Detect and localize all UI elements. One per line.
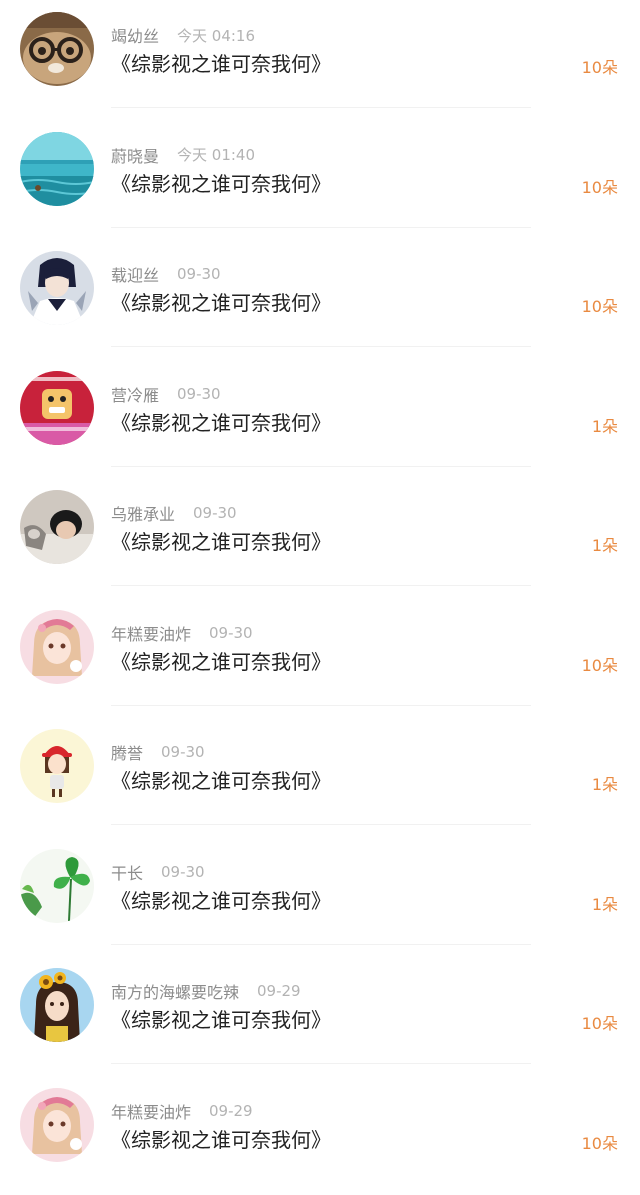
username[interactable]: 蔚晓曼 xyxy=(111,143,159,167)
book-title[interactable]: 《综影视之谁可奈我何》 xyxy=(111,1124,331,1153)
username[interactable]: 年糕要油炸 xyxy=(111,621,191,645)
list-item[interactable]: 乌雅承业 09-30 《综影视之谁可奈我何》 1朵 xyxy=(0,478,640,598)
bear-glasses-avatar-icon xyxy=(20,12,94,86)
sunflower-girl-avatar-icon xyxy=(20,968,94,1042)
book-title[interactable]: 《综影视之谁可奈我何》 xyxy=(111,765,331,794)
timestamp: 09-30 xyxy=(177,385,221,403)
book-title[interactable]: 《综影视之谁可奈我何》 xyxy=(111,1004,331,1033)
flower-count: 10朵 xyxy=(582,1010,618,1034)
sleeping-person-avatar-icon xyxy=(20,490,94,564)
avatar[interactable] xyxy=(20,490,94,564)
flower-count: 10朵 xyxy=(582,1130,618,1154)
username[interactable]: 腾誉 xyxy=(111,740,143,764)
divider xyxy=(111,944,531,945)
list-item[interactable]: 腾誉 09-30 《综影视之谁可奈我何》 1朵 xyxy=(0,717,640,837)
name-line: 竭幼丝 今天 04:16 xyxy=(111,24,255,46)
avatar[interactable] xyxy=(20,1088,94,1162)
name-line: 干长 09-30 xyxy=(111,861,205,883)
timestamp: 09-30 xyxy=(161,863,205,881)
timestamp: 09-30 xyxy=(209,624,253,642)
name-line: 年糕要油炸 09-29 xyxy=(111,1100,253,1122)
list-item[interactable]: 载迎丝 09-30 《综影视之谁可奈我何》 10朵 xyxy=(0,239,640,359)
book-title[interactable]: 《综影视之谁可奈我何》 xyxy=(111,48,331,77)
red-hat-girl-avatar-icon xyxy=(20,729,94,803)
username[interactable]: 乌雅承业 xyxy=(111,501,175,525)
list-item[interactable]: 年糕要油炸 09-29 《综影视之谁可奈我何》 10朵 xyxy=(0,1076,640,1195)
username[interactable]: 竭幼丝 xyxy=(111,23,159,47)
username[interactable]: 南方的海螺要吃辣 xyxy=(111,979,239,1003)
avatar[interactable] xyxy=(20,729,94,803)
cartoon-character-avatar-icon xyxy=(20,371,94,445)
sea-avatar-icon xyxy=(20,132,94,206)
list-item[interactable]: 营冷雁 09-30 《综影视之谁可奈我何》 1朵 xyxy=(0,359,640,479)
pink-girl-avatar-icon xyxy=(20,610,94,684)
list-item[interactable]: 年糕要油炸 09-30 《综影视之谁可奈我何》 10朵 xyxy=(0,598,640,718)
divider xyxy=(111,227,531,228)
username[interactable]: 营冷雁 xyxy=(111,382,159,406)
flower-count: 10朵 xyxy=(582,174,618,198)
name-line: 年糕要油炸 09-30 xyxy=(111,622,253,644)
anime-boy-avatar-icon xyxy=(20,251,94,325)
flower-count: 1朵 xyxy=(592,771,618,795)
divider xyxy=(111,1063,531,1064)
flower-count: 10朵 xyxy=(582,54,618,78)
divider xyxy=(111,824,531,825)
avatar[interactable] xyxy=(20,251,94,325)
name-line: 南方的海螺要吃辣 09-29 xyxy=(111,980,301,1002)
avatar[interactable] xyxy=(20,132,94,206)
timestamp: 今天 04:16 xyxy=(177,25,255,46)
list-item[interactable]: 南方的海螺要吃辣 09-29 《综影视之谁可奈我何》 10朵 xyxy=(0,956,640,1076)
avatar[interactable] xyxy=(20,968,94,1042)
avatar[interactable] xyxy=(20,849,94,923)
username[interactable]: 载迎丝 xyxy=(111,262,159,286)
timestamp: 09-30 xyxy=(193,504,237,522)
flower-count: 10朵 xyxy=(582,293,618,317)
username[interactable]: 干长 xyxy=(111,860,143,884)
list-item[interactable]: 干长 09-30 《综影视之谁可奈我何》 1朵 xyxy=(0,837,640,957)
divider xyxy=(111,585,531,586)
flower-count: 10朵 xyxy=(582,652,618,676)
username[interactable]: 年糕要油炸 xyxy=(111,1099,191,1123)
divider xyxy=(111,107,531,108)
book-title[interactable]: 《综影视之谁可奈我何》 xyxy=(111,168,331,197)
name-line: 腾誉 09-30 xyxy=(111,741,205,763)
timestamp: 09-30 xyxy=(177,265,221,283)
avatar[interactable] xyxy=(20,371,94,445)
name-line: 载迎丝 09-30 xyxy=(111,263,221,285)
divider xyxy=(111,346,531,347)
avatar[interactable] xyxy=(20,610,94,684)
pink-girl-avatar-icon xyxy=(20,1088,94,1162)
avatar[interactable] xyxy=(20,12,94,86)
flower-count: 1朵 xyxy=(592,532,618,556)
name-line: 乌雅承业 09-30 xyxy=(111,502,237,524)
book-title[interactable]: 《综影视之谁可奈我何》 xyxy=(111,526,331,555)
flower-count: 1朵 xyxy=(592,413,618,437)
name-line: 蔚晓曼 今天 01:40 xyxy=(111,144,255,166)
clover-avatar-icon xyxy=(20,849,94,923)
divider xyxy=(111,466,531,467)
book-title[interactable]: 《综影视之谁可奈我何》 xyxy=(111,287,331,316)
list-item[interactable]: 蔚晓曼 今天 01:40 《综影视之谁可奈我何》 10朵 xyxy=(0,120,640,240)
flower-count: 1朵 xyxy=(592,891,618,915)
name-line: 营冷雁 09-30 xyxy=(111,383,221,405)
timestamp: 09-30 xyxy=(161,743,205,761)
gift-record-list: 竭幼丝 今天 04:16 《综影视之谁可奈我何》 10朵 蔚晓曼 今天 01:4… xyxy=(0,0,640,1179)
timestamp: 09-29 xyxy=(209,1102,253,1120)
timestamp: 今天 01:40 xyxy=(177,144,255,165)
book-title[interactable]: 《综影视之谁可奈我何》 xyxy=(111,407,331,436)
timestamp: 09-29 xyxy=(257,982,301,1000)
book-title[interactable]: 《综影视之谁可奈我何》 xyxy=(111,885,331,914)
book-title[interactable]: 《综影视之谁可奈我何》 xyxy=(111,646,331,675)
list-item[interactable]: 竭幼丝 今天 04:16 《综影视之谁可奈我何》 10朵 xyxy=(0,0,640,120)
divider xyxy=(111,705,531,706)
